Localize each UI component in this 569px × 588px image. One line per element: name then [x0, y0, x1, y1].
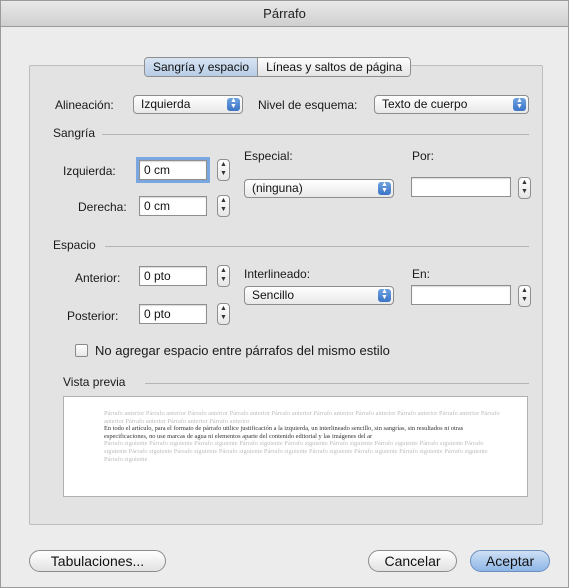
spacing-section-title: Espacio: [53, 238, 96, 252]
at-field[interactable]: [411, 285, 511, 305]
window-title: Párrafo: [1, 1, 568, 27]
indent-right-label: Derecha:: [78, 200, 127, 214]
select-arrows-icon: ▲ ▼: [378, 181, 391, 195]
preview-main-text: En todo el artículo, para el formato de …: [104, 425, 464, 440]
before-label: Anterior:: [75, 271, 121, 285]
indent-left-field[interactable]: 0 cm: [136, 157, 210, 183]
indent-left-label: Izquierda:: [63, 164, 116, 178]
tab-bar: Sangría y espacio Líneas y saltos de pág…: [144, 57, 412, 77]
special-select[interactable]: (ninguna) ▲ ▼: [244, 179, 394, 198]
special-label: Especial:: [244, 149, 293, 163]
preview-text: Párrafo anterior Párrafo anterior Párraf…: [104, 410, 502, 463]
line-spacing-label: Interlineado:: [244, 267, 311, 281]
no-space-checkbox[interactable]: [75, 344, 88, 357]
before-field[interactable]: 0 pto: [139, 266, 207, 286]
line-spacing-value: Sencillo: [252, 288, 295, 302]
preview-section-title: Vista previa: [63, 375, 126, 389]
by-label: Por:: [412, 149, 435, 163]
select-arrows-icon: ▲ ▼: [227, 97, 240, 111]
select-arrows-icon: ▲ ▼: [378, 288, 391, 302]
outline-level-value: Texto de cuerpo: [382, 97, 468, 111]
special-value: (ninguna): [252, 181, 303, 195]
outline-level-select[interactable]: Texto de cuerpo ▲ ▼: [374, 95, 529, 114]
divider: [102, 134, 529, 135]
tab-line-page-breaks[interactable]: Líneas y saltos de página: [257, 58, 411, 76]
after-field[interactable]: 0 pto: [139, 304, 207, 324]
cancel-button[interactable]: Cancelar: [368, 550, 457, 572]
after-label: Posterior:: [67, 309, 119, 323]
no-space-label[interactable]: No agregar espacio entre párrafos del mi…: [95, 343, 390, 358]
divider: [105, 246, 529, 247]
tab-indent-spacing[interactable]: Sangría y espacio: [145, 58, 258, 76]
at-stepper[interactable]: ▲ ▼: [518, 285, 531, 307]
ok-button[interactable]: Aceptar: [470, 550, 550, 572]
indent-section-title: Sangría: [53, 126, 96, 140]
indent-left-stepper[interactable]: ▲ ▼: [217, 159, 230, 181]
paragraph-dialog: Párrafo Sangría y espacio Líneas y salto…: [0, 0, 569, 588]
outline-level-label: Nivel de esquema:: [258, 98, 358, 112]
line-spacing-select[interactable]: Sencillo ▲ ▼: [244, 286, 394, 305]
by-stepper[interactable]: ▲ ▼: [518, 177, 531, 199]
alignment-select[interactable]: Izquierda ▲ ▼: [133, 95, 243, 114]
alignment-value: Izquierda: [141, 97, 191, 111]
select-arrows-icon: ▲ ▼: [513, 97, 526, 111]
preview-after-text: Párrafo siguiente Párrafo siguiente Párr…: [104, 440, 488, 463]
divider: [145, 383, 529, 384]
preview-box: Párrafo anterior Párrafo anterior Párraf…: [63, 396, 528, 497]
preview-before-text: Párrafo anterior Párrafo anterior Párraf…: [104, 410, 500, 425]
indent-right-stepper[interactable]: ▲ ▼: [217, 195, 230, 217]
tabs-button[interactable]: Tabulaciones...: [29, 550, 166, 572]
indent-right-field[interactable]: 0 cm: [139, 196, 207, 216]
by-field[interactable]: [411, 177, 511, 197]
before-stepper[interactable]: ▲ ▼: [217, 265, 230, 287]
alignment-label: Alineación:: [55, 98, 114, 112]
after-stepper[interactable]: ▲ ▼: [217, 303, 230, 325]
at-label: En:: [412, 267, 431, 281]
